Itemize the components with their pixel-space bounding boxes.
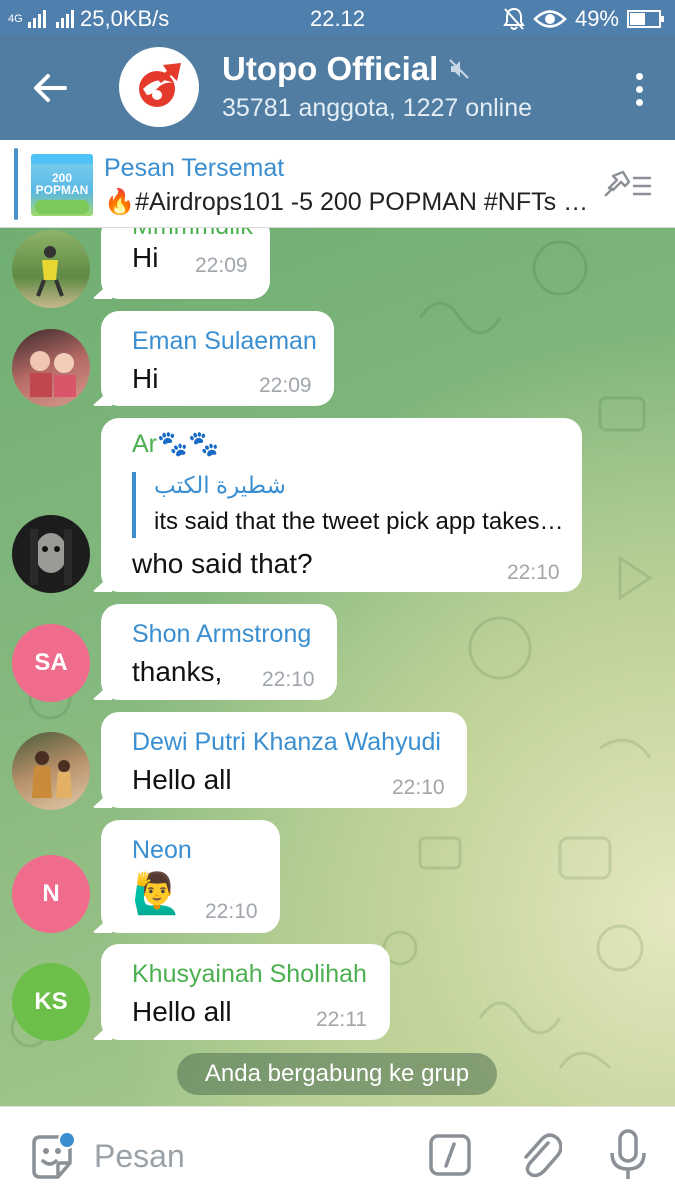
pinned-title: Pesan Tersemat bbox=[104, 154, 285, 182]
pinned-thumb-text: 200 POPMAN bbox=[35, 171, 89, 197]
attach-button[interactable] bbox=[518, 1129, 563, 1181]
chat-area[interactable]: Mmmmdlik Hi 22:09 Eman Sulaeman Hi 22:09… bbox=[0, 228, 675, 1106]
message-bubble[interactable]: Dewi Putri Khanza Wahyudi Hello all 22:1… bbox=[101, 712, 467, 808]
message-input[interactable] bbox=[94, 1131, 394, 1181]
avatar-initials: N bbox=[42, 880, 60, 907]
pinned-list-icon bbox=[604, 170, 651, 197]
message-text: Hello all bbox=[132, 996, 232, 1027]
sender-name: Shon Armstrong bbox=[132, 620, 312, 648]
user-photo-icon bbox=[30, 529, 72, 585]
group-title-text: Utopo Official bbox=[222, 50, 439, 87]
muted-icon bbox=[449, 59, 470, 79]
status-left: 4G 25,0KB/s bbox=[8, 6, 169, 32]
message-time: 22:10 bbox=[205, 900, 258, 923]
more-vert-icon bbox=[635, 72, 643, 106]
notification-dot bbox=[58, 1131, 76, 1149]
pinned-list-button[interactable] bbox=[603, 166, 655, 206]
status-bar: 4G 25,0KB/s 22.12 49% bbox=[0, 0, 675, 36]
service-message: Anda bergabung ke grup bbox=[177, 1053, 497, 1095]
pinned-thumbnail: 200 POPMAN bbox=[31, 154, 93, 216]
pinned-indicator bbox=[14, 148, 18, 220]
avatar[interactable] bbox=[12, 732, 90, 810]
more-button[interactable] bbox=[625, 64, 653, 114]
group-title[interactable]: Utopo Official bbox=[222, 50, 470, 88]
pinned-message[interactable]: 200 POPMAN Pesan Tersemat 🔥#Airdrops101 … bbox=[0, 140, 675, 228]
avatar[interactable]: SA bbox=[12, 624, 90, 702]
pinned-text: 🔥#Airdrops101 -5 200 POPMAN #NFTs #Kdram… bbox=[104, 188, 594, 216]
message-time: 22:11 bbox=[316, 1008, 367, 1031]
user-photo-icon bbox=[36, 246, 64, 297]
sender-name: Neon bbox=[132, 836, 192, 864]
message-bubble[interactable]: Ar🐾🐾 شطيرة الكتب its said that the tweet… bbox=[101, 418, 582, 592]
back-arrow-icon bbox=[34, 74, 67, 102]
avatar[interactable] bbox=[12, 230, 90, 308]
reply-preview[interactable]: شطيرة الكتب its said that the tweet pick… bbox=[132, 472, 566, 538]
bell-off-icon bbox=[503, 7, 525, 30]
back-button[interactable] bbox=[20, 58, 80, 118]
battery-icon bbox=[627, 10, 664, 28]
message-text: thanks, bbox=[132, 656, 223, 687]
message-time: 22:09 bbox=[259, 374, 312, 397]
message-time: 22:10 bbox=[392, 776, 445, 799]
mic-icon bbox=[610, 1129, 646, 1179]
sender-name: Khusyainah Sholihah bbox=[132, 960, 367, 988]
status-right: 49% bbox=[503, 6, 665, 32]
message-text: Hello all bbox=[132, 764, 232, 795]
message-text: 🙋‍♂️ bbox=[132, 872, 182, 916]
attach-icon bbox=[524, 1133, 563, 1178]
utopo-logo-icon bbox=[139, 63, 181, 107]
avatar[interactable]: KS bbox=[12, 963, 90, 1041]
message-text: who said that? bbox=[132, 548, 313, 579]
eye-icon bbox=[533, 10, 567, 28]
group-avatar[interactable] bbox=[119, 47, 199, 127]
message-bubble[interactable]: Khusyainah Sholihah Hello all 22:11 bbox=[101, 944, 390, 1040]
message-text: Hi bbox=[132, 242, 159, 273]
battery-percent: 49% bbox=[574, 6, 619, 31]
bot-command-icon bbox=[429, 1134, 471, 1176]
message-time: 22:09 bbox=[195, 254, 248, 277]
user-photo-icon bbox=[30, 351, 76, 397]
message-time: 22:10 bbox=[262, 668, 315, 691]
message-bubble[interactable]: Shon Armstrong thanks, 22:10 bbox=[101, 604, 337, 700]
message-text: Hi bbox=[132, 363, 159, 394]
message-bubble[interactable]: Mmmmdlik Hi 22:09 bbox=[101, 228, 270, 299]
chat-header: Utopo Official 35781 anggota, 1227 onlin… bbox=[0, 36, 675, 140]
voice-button[interactable] bbox=[606, 1127, 650, 1183]
avatar[interactable] bbox=[12, 329, 90, 407]
message-time: 22:10 bbox=[507, 561, 560, 584]
network-type: 4G bbox=[8, 13, 23, 25]
avatar-initials: SA bbox=[34, 649, 68, 676]
avatar-initials: KS bbox=[34, 988, 68, 1015]
sender-name: Ar🐾🐾 bbox=[132, 430, 220, 458]
user-photo-icon bbox=[32, 751, 72, 798]
bot-command-button[interactable] bbox=[428, 1133, 472, 1177]
reply-text: its said that the tweet pick app takes a… bbox=[154, 508, 566, 535]
avatar[interactable] bbox=[12, 515, 90, 593]
sender-name: Mmmmdlik bbox=[132, 228, 253, 241]
signal-icon bbox=[28, 10, 46, 28]
sender-name: Eman Sulaeman bbox=[132, 327, 317, 355]
message-bubble[interactable]: Neon 🙋‍♂️ 22:10 bbox=[101, 820, 280, 933]
signal-icon bbox=[56, 10, 74, 28]
member-count: 35781 anggota, 1227 online bbox=[222, 94, 533, 122]
reply-sender: شطيرة الكتب bbox=[154, 472, 286, 498]
sender-name: Dewi Putri Khanza Wahyudi bbox=[132, 728, 441, 756]
network-speed: 25,0KB/s bbox=[80, 6, 170, 31]
message-bubble[interactable]: Eman Sulaeman Hi 22:09 bbox=[101, 311, 334, 406]
message-composer bbox=[0, 1106, 675, 1200]
avatar[interactable]: N bbox=[12, 855, 90, 933]
